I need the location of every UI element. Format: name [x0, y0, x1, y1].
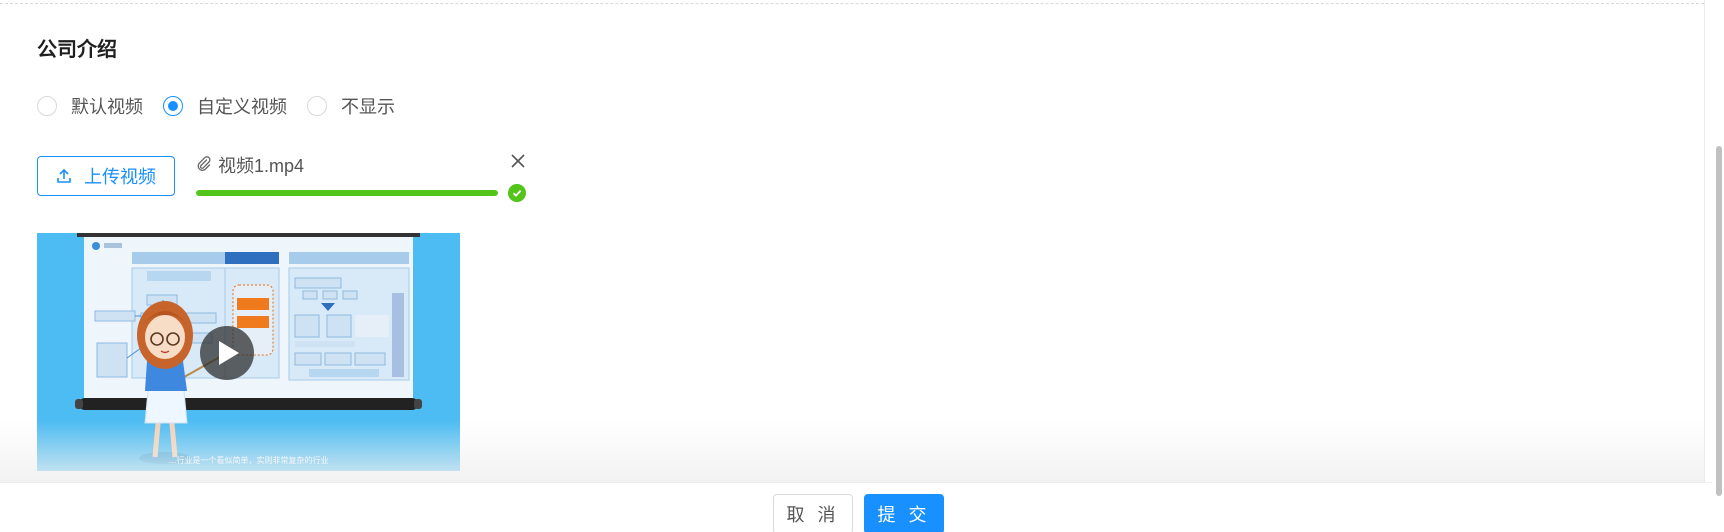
check-circle-icon: [508, 184, 526, 202]
file-name[interactable]: 视频1.mp4: [218, 152, 304, 178]
video-caption: …行业是一个看似简单，实则非常复杂的行业: [168, 456, 329, 465]
video-source-radio-group: 默认视频 自定义视频 不显示: [37, 93, 415, 119]
scrollbar-thumb[interactable]: [1716, 146, 1722, 496]
footer-bar: [0, 482, 1712, 532]
radio-default-video[interactable]: 默认视频: [37, 93, 143, 119]
submit-button[interactable]: 提 交: [864, 494, 944, 532]
video-preview[interactable]: …行业是一个看似简单，实则非常复杂的行业: [37, 233, 460, 471]
cancel-button[interactable]: 取 消: [773, 494, 853, 532]
close-icon[interactable]: [510, 153, 526, 169]
upload-button-label: 上传视频: [84, 167, 156, 187]
video-thumbnail: [37, 233, 460, 471]
upload-icon: [57, 168, 71, 183]
radio-custom-video[interactable]: 自定义视频: [163, 93, 287, 119]
radio-label: 默认视频: [71, 97, 143, 117]
radio-label: 自定义视频: [197, 97, 287, 117]
uploaded-file-item: 视频1.mp4: [196, 150, 526, 202]
top-divider: [0, 3, 1704, 4]
content-right-border: [1704, 0, 1705, 532]
radio-hide[interactable]: 不显示: [307, 93, 395, 119]
radio-circle[interactable]: [37, 96, 57, 116]
upload-video-button[interactable]: 上传视频: [37, 156, 175, 196]
radio-circle[interactable]: [307, 96, 327, 116]
upload-progress-fill: [196, 190, 498, 196]
upload-progress-bar: [196, 190, 498, 196]
section-title: 公司介绍: [37, 39, 117, 61]
radio-circle-selected[interactable]: [163, 96, 183, 116]
paperclip-icon: [197, 156, 211, 171]
radio-label: 不显示: [341, 97, 395, 117]
presentation-logo-icon: [92, 242, 100, 250]
